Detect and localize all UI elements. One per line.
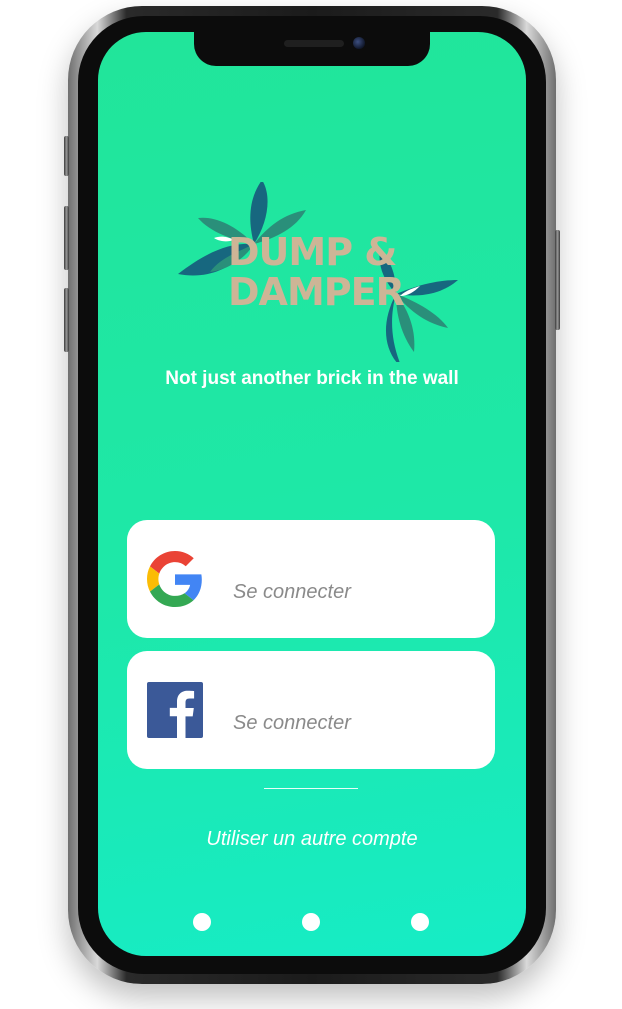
facebook-icon xyxy=(147,682,203,738)
pager-dot-3[interactable] xyxy=(411,913,429,931)
front-camera xyxy=(353,37,365,49)
logo-line-1: DUMP & xyxy=(228,230,397,274)
app-screen: DUMP & DAMPER Not just another brick in … xyxy=(98,32,526,956)
notch xyxy=(194,32,430,66)
silent-switch xyxy=(64,136,69,176)
google-signin-label: Se connecter xyxy=(233,581,351,603)
pager-dot-2[interactable] xyxy=(302,913,320,931)
app-logo-wordmark: DUMP & DAMPER xyxy=(228,232,448,312)
speaker-grille xyxy=(284,40,344,47)
google-icon xyxy=(147,551,202,607)
divider xyxy=(264,788,358,789)
facebook-signin-label: Se connecter xyxy=(233,712,351,734)
tagline: Not just another brick in the wall xyxy=(165,368,459,389)
use-another-account-link[interactable]: Utiliser un autre compte xyxy=(98,828,526,851)
google-signin-button[interactable]: Se connecter xyxy=(127,520,495,638)
volume-up-button xyxy=(64,206,69,270)
facebook-signin-button[interactable]: Se connecter xyxy=(127,651,495,769)
pager-dot-1[interactable] xyxy=(193,913,211,931)
logo-line-2: DAMPER xyxy=(228,270,405,314)
power-button xyxy=(555,230,560,330)
volume-down-button xyxy=(64,288,69,352)
